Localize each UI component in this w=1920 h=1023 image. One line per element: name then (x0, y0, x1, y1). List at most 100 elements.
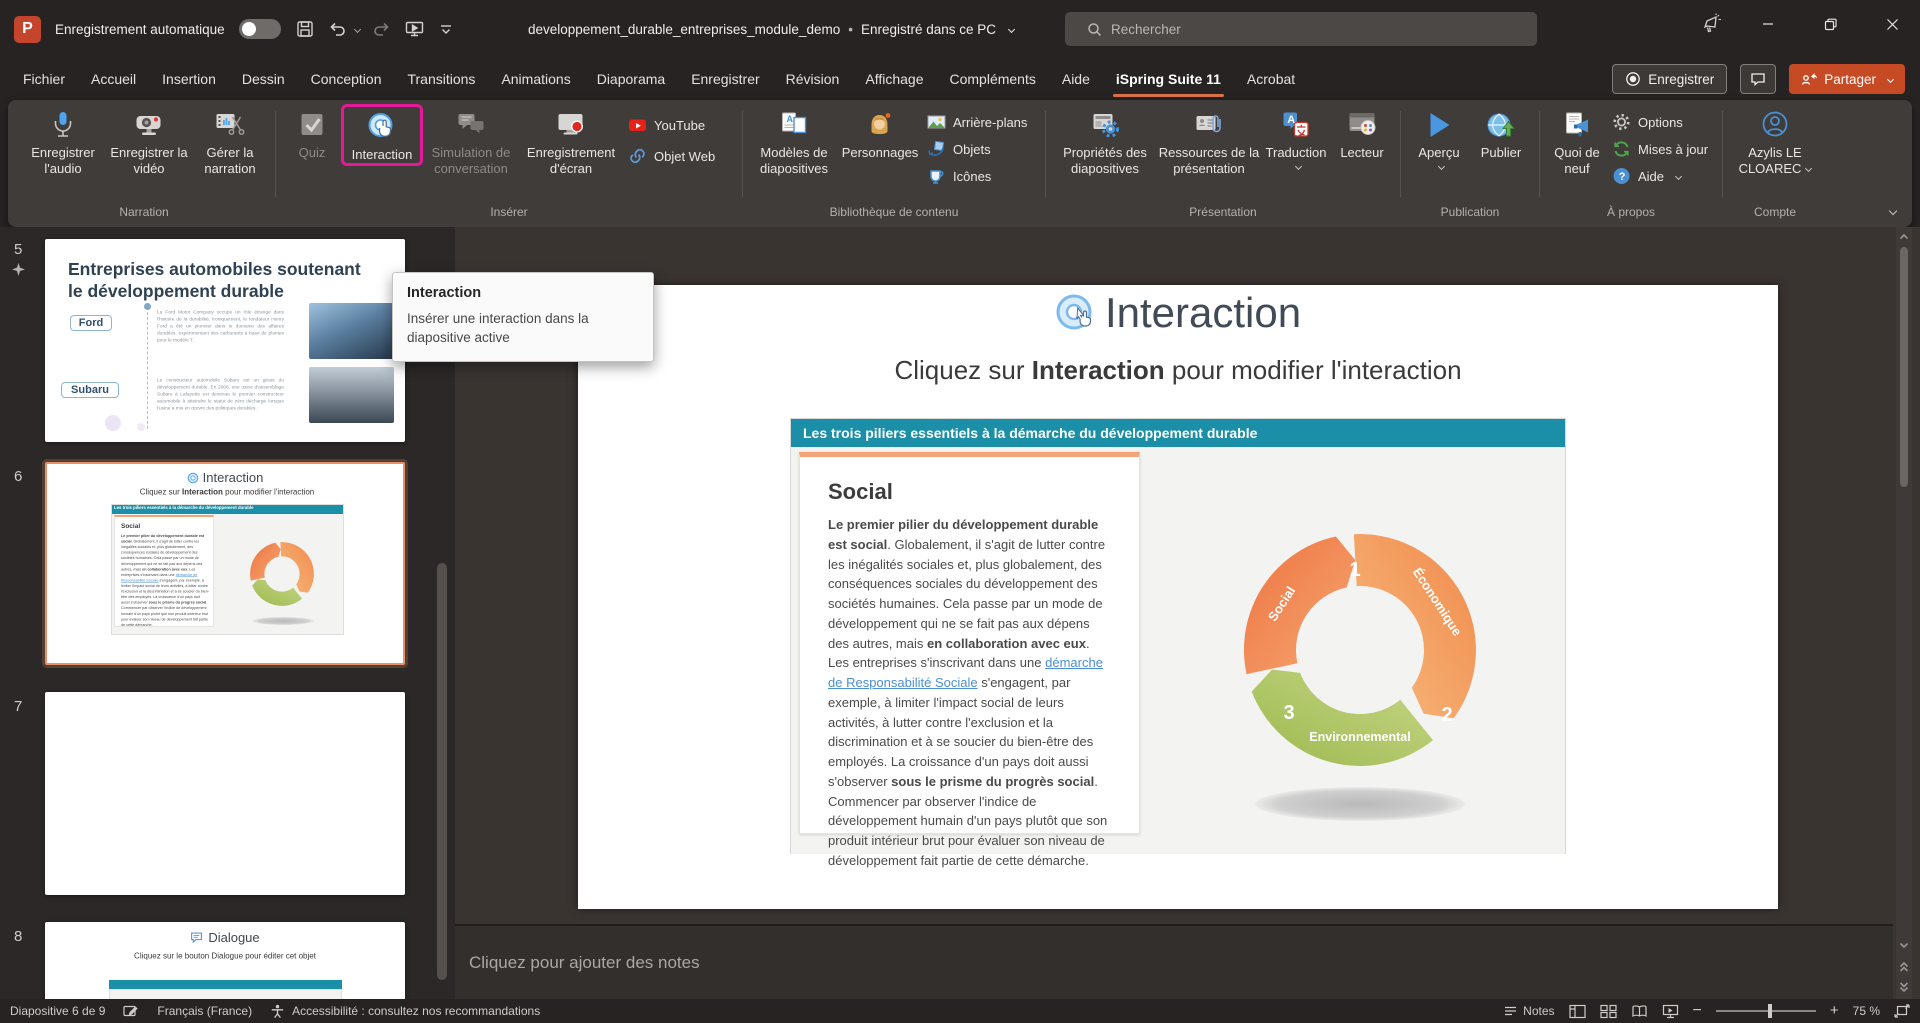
current-slide[interactable]: Interaction Cliquez sur Interaction pour… (578, 285, 1778, 909)
web-object-button[interactable]: Objet Web (623, 145, 735, 167)
publish-button[interactable]: Publier (1470, 105, 1532, 161)
autosave-toggle[interactable] (239, 19, 281, 39)
tab-fichier[interactable]: Fichier (10, 58, 78, 100)
slideshow-view-icon[interactable] (1662, 1004, 1679, 1019)
document-save-location[interactable]: Enregistré dans ce PC (861, 22, 996, 37)
zoom-out-button[interactable]: − (1693, 1006, 1702, 1016)
tab-revision[interactable]: Révision (773, 58, 853, 100)
record-audio-button[interactable]: Enregistrer l'audio (20, 105, 106, 177)
accessibility-status[interactable]: Accessibilité : consultez nos recommanda… (292, 1004, 540, 1018)
customize-toolbar-icon[interactable] (437, 20, 455, 38)
help-dropdown-icon[interactable] (1675, 172, 1682, 179)
vertical-scrollbar-thumb[interactable] (1900, 247, 1908, 487)
whats-new-button[interactable]: Quoi de neuf (1547, 105, 1607, 177)
record-button[interactable]: Enregistrer (1612, 64, 1727, 94)
preview-button[interactable]: Aperçu (1408, 105, 1470, 169)
tab-dessin[interactable]: Dessin (229, 58, 298, 100)
notes-toggle[interactable]: Notes (1504, 1004, 1554, 1018)
slide-6-thumbnail-selected[interactable]: Interaction Cliquez sur Interaction pour… (45, 462, 405, 665)
publish-globe-icon (1484, 110, 1518, 140)
three-pillars-donut-chart: Social Économique Environnemental 1 2 3 (1200, 490, 1520, 810)
tab-enregistrer[interactable]: Enregistrer (678, 58, 772, 100)
slide-sorter-icon[interactable] (1600, 1004, 1617, 1019)
slide-5-thumbnail[interactable]: Entreprises automobiles soutenant le dév… (45, 239, 405, 442)
group-label-publication: Publication (1408, 203, 1532, 225)
translation-button[interactable]: A Traduction (1261, 105, 1331, 169)
next-slide-icon[interactable] (1898, 981, 1910, 993)
tab-aide[interactable]: Aide (1049, 58, 1103, 100)
scroll-up-icon[interactable] (1898, 231, 1910, 243)
objects-button[interactable]: Objets (922, 138, 1038, 160)
fit-slide-to-window-icon[interactable] (1894, 1004, 1910, 1018)
redo-icon (372, 19, 392, 39)
previous-slide-icon[interactable] (1898, 961, 1910, 973)
tab-animations[interactable]: Animations (488, 58, 583, 100)
zoom-slider[interactable] (1716, 1010, 1816, 1012)
help-button[interactable]: ? Aide (1607, 165, 1715, 187)
undo-icon[interactable] (327, 19, 347, 39)
account-button[interactable]: Azylis LE CLOAREC (1730, 105, 1820, 177)
tab-accueil[interactable]: Accueil (78, 58, 149, 100)
slide-title-box[interactable]: Interaction (578, 289, 1778, 337)
tab-diaporama[interactable]: Diaporama (584, 58, 678, 100)
search-input[interactable]: Rechercher (1065, 12, 1537, 46)
interaction-content-box[interactable]: Les trois piliers essentiels à la démarc… (790, 418, 1566, 854)
document-title[interactable]: developpement_durable_entreprises_module… (528, 22, 840, 37)
start-slideshow-icon[interactable] (404, 19, 425, 39)
preview-dropdown-icon[interactable] (1438, 163, 1445, 170)
thumbnail-panel-scrollbar[interactable] (437, 563, 447, 980)
spell-check-icon[interactable] (123, 1004, 139, 1019)
presentation-resources-button[interactable]: Ressources de la présentation (1157, 105, 1261, 177)
ribbon-group-publication: Aperçu Publier Publication (1408, 105, 1532, 225)
slide-counter[interactable]: Diapositive 6 de 9 (10, 1004, 105, 1018)
collapse-ribbon-icon[interactable] (1885, 203, 1896, 221)
tab-complements[interactable]: Compléments (936, 58, 1048, 100)
manage-narration-button[interactable]: Gérer la narration (192, 105, 268, 177)
normal-view-icon[interactable] (1569, 1004, 1586, 1019)
tab-ispring-suite-11[interactable]: iSpring Suite 11 (1103, 58, 1234, 100)
reading-view-icon[interactable] (1631, 1004, 1648, 1019)
close-button[interactable] (1869, 0, 1915, 48)
screen-recording-button[interactable]: Enregistrement d'écran (519, 105, 623, 177)
tab-conception[interactable]: Conception (298, 58, 395, 100)
scroll-down-icon[interactable] (1898, 939, 1910, 951)
zoom-in-button[interactable]: + (1830, 1006, 1839, 1016)
tab-affichage[interactable]: Affichage (852, 58, 936, 100)
updates-button[interactable]: Mises à jour (1607, 138, 1715, 160)
language-indicator[interactable]: Français (France) (157, 1004, 252, 1018)
slide-templates-button[interactable]: A Modèles de diapositives (750, 105, 838, 177)
player-button[interactable]: Lecteur (1331, 105, 1393, 161)
slide-8-thumbnail[interactable]: Dialogue Cliquez sur le bouton Dialogue … (45, 922, 405, 999)
backgrounds-button[interactable]: Arrière-plans (922, 111, 1038, 133)
zoom-level[interactable]: 75 % (1853, 1004, 1880, 1018)
restore-button[interactable] (1807, 0, 1853, 48)
undo-dropdown-icon[interactable] (354, 25, 361, 32)
tab-acrobat[interactable]: Acrobat (1234, 58, 1308, 100)
notes-pane[interactable]: Cliquez pour ajouter des notes (455, 926, 1893, 999)
tab-transitions[interactable]: Transitions (394, 58, 488, 100)
powerpoint-app-icon[interactable]: P (14, 16, 41, 43)
interaction-button[interactable]: Interaction (344, 107, 420, 163)
comment-icon (1750, 71, 1766, 87)
vertical-scrollbar[interactable] (1896, 227, 1912, 999)
youtube-button[interactable]: YouTube (623, 114, 735, 136)
zoom-slider-thumb[interactable] (1768, 1004, 1772, 1018)
translation-dropdown-icon[interactable] (1295, 163, 1302, 170)
icons-button[interactable]: Icônes (922, 165, 1038, 187)
account-dropdown-icon[interactable] (1805, 165, 1812, 172)
share-button[interactable]: Partager (1789, 64, 1905, 94)
slide-properties-button[interactable]: Propriétés des diapositives (1053, 105, 1157, 177)
slide-7-thumbnail[interactable] (45, 692, 405, 895)
options-button[interactable]: Options (1607, 111, 1715, 133)
comments-button[interactable] (1740, 64, 1776, 94)
minimize-button[interactable] (1745, 0, 1791, 48)
record-icon (1625, 71, 1641, 87)
slide-subtitle-box[interactable]: Cliquez sur Interaction pour modifier l'… (578, 355, 1778, 386)
thumb5-subaru-text: Le constructeur automobile Subaru est un… (157, 377, 284, 412)
characters-button[interactable]: Personnages (838, 105, 922, 161)
coming-soon-megaphone-icon[interactable] (1688, 0, 1734, 48)
save-icon[interactable] (295, 19, 315, 39)
title-dropdown-icon[interactable] (1008, 25, 1015, 32)
record-video-button[interactable]: Enregistrer la vidéo (106, 105, 192, 177)
tab-insertion[interactable]: Insertion (149, 58, 229, 100)
